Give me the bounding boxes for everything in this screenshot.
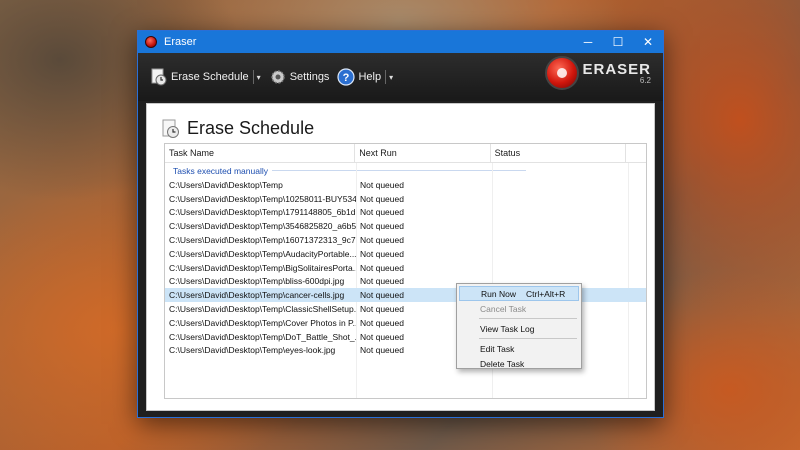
context-menu: Run Now Ctrl+Alt+R Cancel Task View Task… (456, 283, 582, 369)
task-name-cell: C:\Users\David\Desktop\Temp\cancer-cells… (169, 290, 345, 301)
column-spacer (626, 144, 646, 162)
erase-schedule-dropdown-icon[interactable]: ▾ (252, 70, 261, 84)
erase-schedule-icon (151, 68, 167, 86)
menu-run-now-shortcut: Ctrl+Alt+R (526, 288, 566, 299)
erase-schedule-label: Erase Schedule (171, 71, 249, 83)
gear-icon (270, 70, 285, 84)
next-run-cell: Not queued (360, 193, 404, 204)
help-label: Help (358, 71, 382, 83)
next-run-cell: Not queued (360, 262, 404, 273)
maximize-button[interactable]: ☐ (603, 31, 633, 53)
table-row[interactable]: C:\Users\David\Desktop\Temp\AudacityPort… (165, 247, 646, 261)
help-button[interactable]: ? Help ▾ (337, 68, 393, 86)
task-name-cell: C:\Users\David\Desktop\Temp\eyes-look.jp… (169, 345, 336, 356)
next-run-cell: Not queued (360, 235, 404, 246)
table-row[interactable]: C:\Users\David\Desktop\Temp\16071372313_… (165, 233, 646, 247)
column-header: Task Name Next Run Status (165, 144, 646, 163)
table-row[interactable]: C:\Users\David\Desktop\Temp\BigSolitaire… (165, 261, 646, 275)
group-label: Tasks executed manually (173, 165, 268, 176)
close-button[interactable]: ✕ (633, 31, 663, 53)
column-status[interactable]: Status (491, 144, 627, 162)
help-dropdown-icon[interactable]: ▾ (385, 70, 393, 84)
table-row[interactable]: C:\Users\David\Desktop\Temp\10258011-BUY… (165, 192, 646, 206)
menu-separator (479, 338, 577, 339)
title-bar[interactable]: Eraser ─ ☐ ✕ (138, 31, 663, 53)
minimize-button[interactable]: ─ (573, 31, 603, 53)
window-controls: ─ ☐ ✕ (573, 31, 663, 53)
task-name-cell: C:\Users\David\Desktop\Temp\1791148805_6… (169, 207, 356, 218)
task-name-cell: C:\Users\David\Desktop\Temp\ClassicShell… (169, 304, 356, 315)
menu-run-now-label: Run Now (481, 288, 516, 299)
group-header[interactable]: Tasks executed manually (165, 163, 646, 178)
next-run-cell: Not queued (360, 248, 404, 259)
eraser-logo-badge-icon (545, 56, 580, 90)
toolbar: Erase Schedule ▾ Settings ? Help ▾ ERASE… (138, 53, 663, 101)
eraser-logo: ERASER 6.2 (545, 56, 651, 90)
column-next-run[interactable]: Next Run (355, 144, 491, 162)
menu-cancel-task[interactable]: Cancel Task (457, 301, 581, 316)
help-icon: ? (337, 68, 356, 86)
menu-delete-task[interactable]: Delete Task (457, 356, 581, 371)
menu-edit-task[interactable]: Edit Task (457, 341, 581, 356)
eraser-app-icon[interactable] (145, 36, 157, 48)
group-divider (271, 170, 526, 171)
settings-button[interactable]: Settings (269, 68, 330, 86)
window-title: Eraser (164, 36, 197, 48)
page-title: Erase Schedule (187, 118, 315, 138)
task-name-cell: C:\Users\David\Desktop\Temp\bliss-600dpi… (169, 276, 345, 287)
column-task-name[interactable]: Task Name (165, 144, 356, 162)
settings-label: Settings (289, 71, 330, 83)
task-name-cell: C:\Users\David\Desktop\Temp (169, 179, 283, 190)
svg-text:?: ? (343, 72, 350, 84)
table-row[interactable]: C:\Users\David\Desktop\Temp Not queued (165, 178, 646, 192)
logo-text: ERASER 6.2 (582, 61, 651, 85)
eraser-window: Eraser ─ ☐ ✕ Erase Schedule ▾ Settings ?… (137, 30, 664, 418)
task-name-cell: C:\Users\David\Desktop\Temp\16071372313_… (169, 235, 356, 246)
task-name-cell: C:\Users\David\Desktop\Temp\Cover Photos… (169, 317, 356, 328)
menu-run-now[interactable]: Run Now Ctrl+Alt+R (459, 286, 579, 301)
logo-version: 6.2 (639, 76, 651, 85)
task-name-cell: C:\Users\David\Desktop\Temp\3546825820_a… (169, 221, 356, 232)
task-name-cell: C:\Users\David\Desktop\Temp\AudacityPort… (169, 248, 356, 259)
task-name-cell: C:\Users\David\Desktop\Temp\BigSolitaire… (169, 262, 356, 273)
next-run-cell: Not queued (360, 207, 404, 218)
menu-separator (479, 318, 577, 319)
erase-schedule-page-icon (162, 119, 179, 138)
erase-schedule-button[interactable]: Erase Schedule ▾ (150, 68, 261, 86)
page-header: Erase Schedule (161, 118, 314, 139)
task-name-cell: C:\Users\David\Desktop\Temp\10258011-BUY… (169, 193, 356, 204)
table-row[interactable]: C:\Users\David\Desktop\Temp\1791148805_6… (165, 206, 646, 220)
menu-view-task-log[interactable]: View Task Log (457, 321, 581, 336)
table-row[interactable]: C:\Users\David\Desktop\Temp\3546825820_a… (165, 219, 646, 233)
task-name-cell: C:\Users\David\Desktop\Temp\DoT_Battle_S… (169, 331, 356, 342)
next-run-cell: Not queued (360, 179, 404, 190)
next-run-cell: Not queued (360, 221, 404, 232)
